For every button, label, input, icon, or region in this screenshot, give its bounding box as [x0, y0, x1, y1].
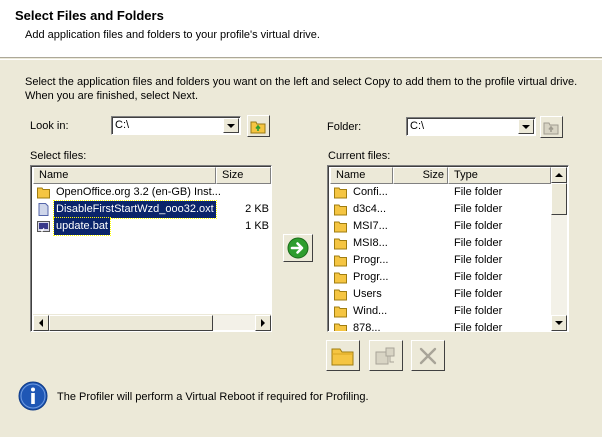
arrow-up-icon [555, 173, 563, 177]
scroll-thumb[interactable] [551, 183, 567, 215]
look-in-value: C:\ [115, 119, 130, 131]
file-name: Users [353, 288, 382, 300]
folder-icon [334, 289, 347, 301]
folder-icon [334, 204, 347, 216]
scroll-down-button[interactable] [551, 315, 567, 331]
current-files-label: Current files: [328, 150, 391, 162]
file-icon [38, 203, 49, 216]
file-name: update.bat [53, 217, 111, 236]
list-item[interactable]: d3c4... File folder [330, 201, 552, 218]
folder-dropdown-button[interactable] [518, 119, 534, 134]
arrow-down-icon [555, 321, 563, 325]
page-subtitle: Add application files and folders to you… [25, 29, 320, 41]
column-header-name[interactable]: Name [330, 167, 393, 184]
file-name: MSI7... [353, 220, 388, 232]
folder-icon [334, 272, 347, 284]
list-item[interactable]: DisableFirstStartWzd_ooo32.oxt 2 KB [33, 200, 271, 219]
scroll-up-button[interactable] [551, 167, 567, 183]
current-files-list[interactable]: Name Size Type Confi... File folder d3c4… [327, 165, 569, 332]
close-icon [419, 347, 437, 364]
look-in-dropdown-button[interactable] [223, 118, 239, 133]
file-type: File folder [454, 203, 503, 215]
up-folder-button-disabled[interactable] [540, 116, 563, 138]
file-type: File folder [454, 220, 503, 232]
select-files-list[interactable]: Name Size OpenOffice.org 3.2 (en-GB) Ins… [30, 165, 272, 332]
folder-icon [334, 238, 347, 250]
file-size: 2 KB [245, 203, 269, 215]
vertical-scrollbar[interactable] [551, 167, 567, 331]
folder-icon [334, 306, 347, 318]
folder-value: C:\ [410, 120, 425, 132]
look-in-combo[interactable]: C:\ [111, 116, 241, 135]
file-name: OpenOffice.org 3.2 (en-GB) Inst... [56, 186, 221, 198]
file-name: d3c4... [353, 203, 387, 215]
file-name: Wind... [353, 305, 388, 317]
file-type: File folder [454, 186, 503, 198]
arrow-right-icon [261, 319, 265, 327]
folder-icon [334, 187, 347, 199]
up-folder-icon [543, 122, 559, 134]
file-type: File folder [454, 305, 503, 317]
column-header-size[interactable]: Size [393, 167, 448, 184]
chevron-down-icon [522, 124, 530, 129]
file-type: File folder [454, 254, 503, 266]
page-title: Select Files and Folders [15, 8, 164, 23]
list-item[interactable]: MSI7... File folder [330, 218, 552, 235]
list-item[interactable]: update.bat 1 KB [33, 217, 271, 236]
up-folder-button[interactable] [247, 115, 270, 137]
list-item[interactable]: Wind... File folder [330, 303, 552, 320]
folder-icon [37, 187, 50, 199]
list-item[interactable]: Users File folder [330, 286, 552, 303]
file-size: 1 KB [245, 220, 269, 232]
properties-button[interactable] [369, 340, 403, 371]
scroll-right-button[interactable] [255, 315, 271, 331]
file-name: MSI8... [353, 237, 388, 249]
delete-button[interactable] [411, 340, 445, 371]
batch-file-icon [37, 221, 50, 233]
chevron-down-icon [227, 123, 235, 128]
arrow-right-circle-icon [287, 237, 309, 259]
info-icon [18, 381, 48, 411]
column-header-name[interactable]: Name [33, 167, 216, 184]
wizard-header: Select Files and Folders Add application… [0, 0, 602, 58]
list-item[interactable]: OpenOffice.org 3.2 (en-GB) Inst... [33, 184, 271, 201]
file-name: 878... [353, 322, 381, 332]
list-item[interactable]: Confi... File folder [330, 184, 552, 201]
properties-icon [375, 347, 395, 364]
list-item[interactable]: MSI8... File folder [330, 235, 552, 252]
scroll-thumb[interactable] [49, 315, 213, 331]
select-files-label: Select files: [30, 150, 87, 162]
file-name: Progr... [353, 271, 389, 283]
file-type: File folder [454, 322, 503, 332]
file-type: File folder [454, 288, 503, 300]
look-in-label: Look in: [30, 120, 69, 132]
folder-icon [334, 221, 347, 233]
instructions-text: Select the application files and folders… [25, 76, 578, 102]
file-name: DisableFirstStartWzd_ooo32.oxt [53, 200, 217, 219]
copy-button[interactable] [283, 234, 313, 262]
file-type: File folder [454, 237, 503, 249]
folder-icon [334, 323, 347, 331]
file-name: Progr... [353, 254, 389, 266]
file-type: File folder [454, 271, 503, 283]
up-folder-icon [250, 121, 266, 133]
list-item[interactable]: Progr... File folder [330, 252, 552, 269]
list-item[interactable]: Progr... File folder [330, 269, 552, 286]
arrow-left-icon [39, 319, 43, 327]
info-text: The Profiler will perform a Virtual Rebo… [57, 391, 369, 403]
file-name: Confi... [353, 186, 388, 198]
folder-combo[interactable]: C:\ [406, 117, 536, 136]
column-header-size[interactable]: Size [216, 167, 271, 184]
new-folder-button[interactable] [326, 340, 360, 371]
folder-icon [331, 348, 354, 365]
horizontal-scrollbar[interactable] [33, 314, 271, 331]
list-item[interactable]: 878... File folder [330, 320, 552, 332]
folder-label: Folder: [327, 121, 362, 133]
header-divider [0, 59, 602, 60]
scroll-left-button[interactable] [33, 315, 49, 331]
folder-icon [334, 255, 347, 267]
column-header-type[interactable]: Type [448, 167, 551, 184]
